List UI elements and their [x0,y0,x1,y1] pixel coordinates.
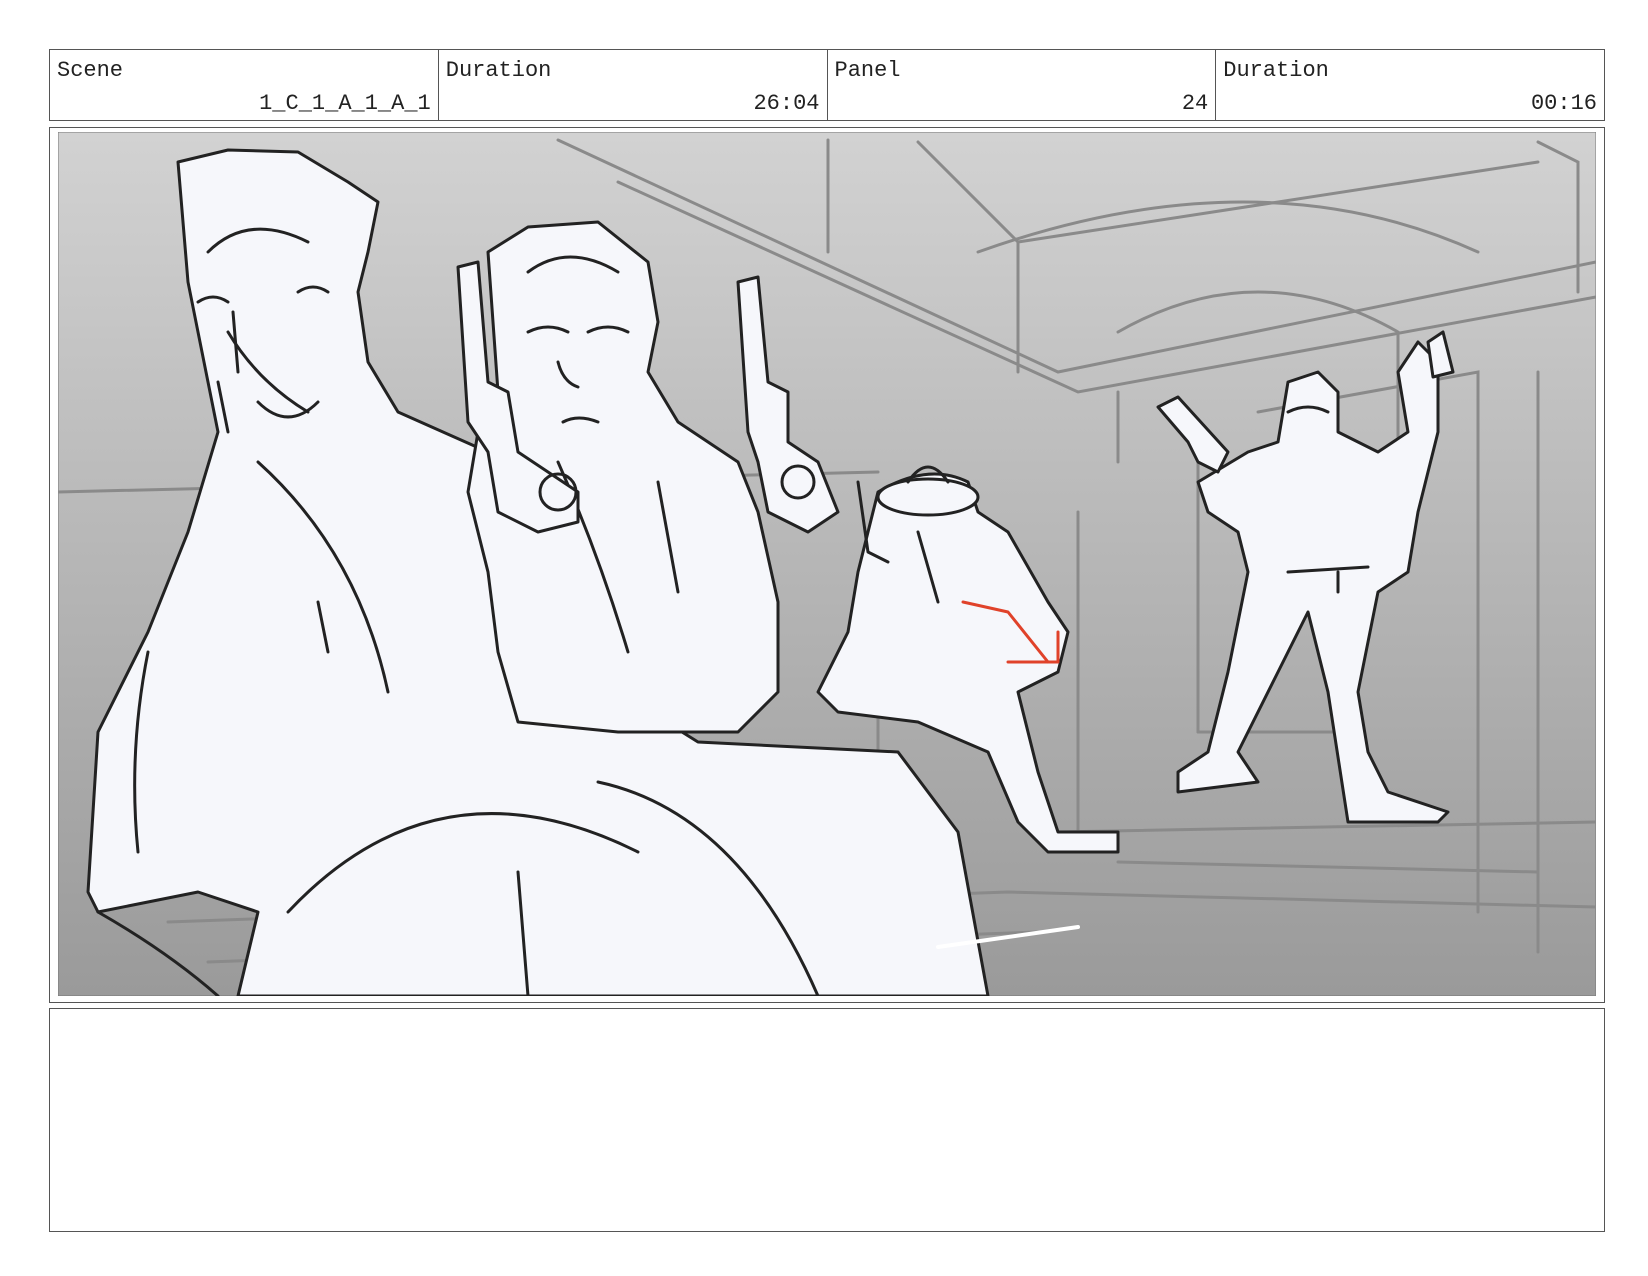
storyboard-sketch [58,132,1596,996]
panel-cell: Panel 24 [828,50,1217,120]
storyboard-frame [49,127,1605,1003]
panel-label: Panel [834,58,901,83]
panel-duration-label: Duration [1223,58,1329,83]
panel-value: 24 [1181,91,1209,116]
panel-duration-cell: Duration 00:16 [1216,50,1604,120]
scene-duration-cell: Duration 26:04 [439,50,828,120]
panel-duration-value: 00:16 [1530,91,1597,116]
scene-label: Scene [57,58,124,83]
scene-value: 1_C_1_A_1_A_1 [259,91,431,116]
scene-cell: Scene 1_C_1_A_1_A_1 [50,50,439,120]
scene-duration-value: 26:04 [753,91,820,116]
storyboard-header: Scene 1_C_1_A_1_A_1 Duration 26:04 Panel… [49,49,1605,121]
scene-duration-label: Duration [445,58,552,83]
action-notes-box[interactable] [49,1008,1605,1232]
